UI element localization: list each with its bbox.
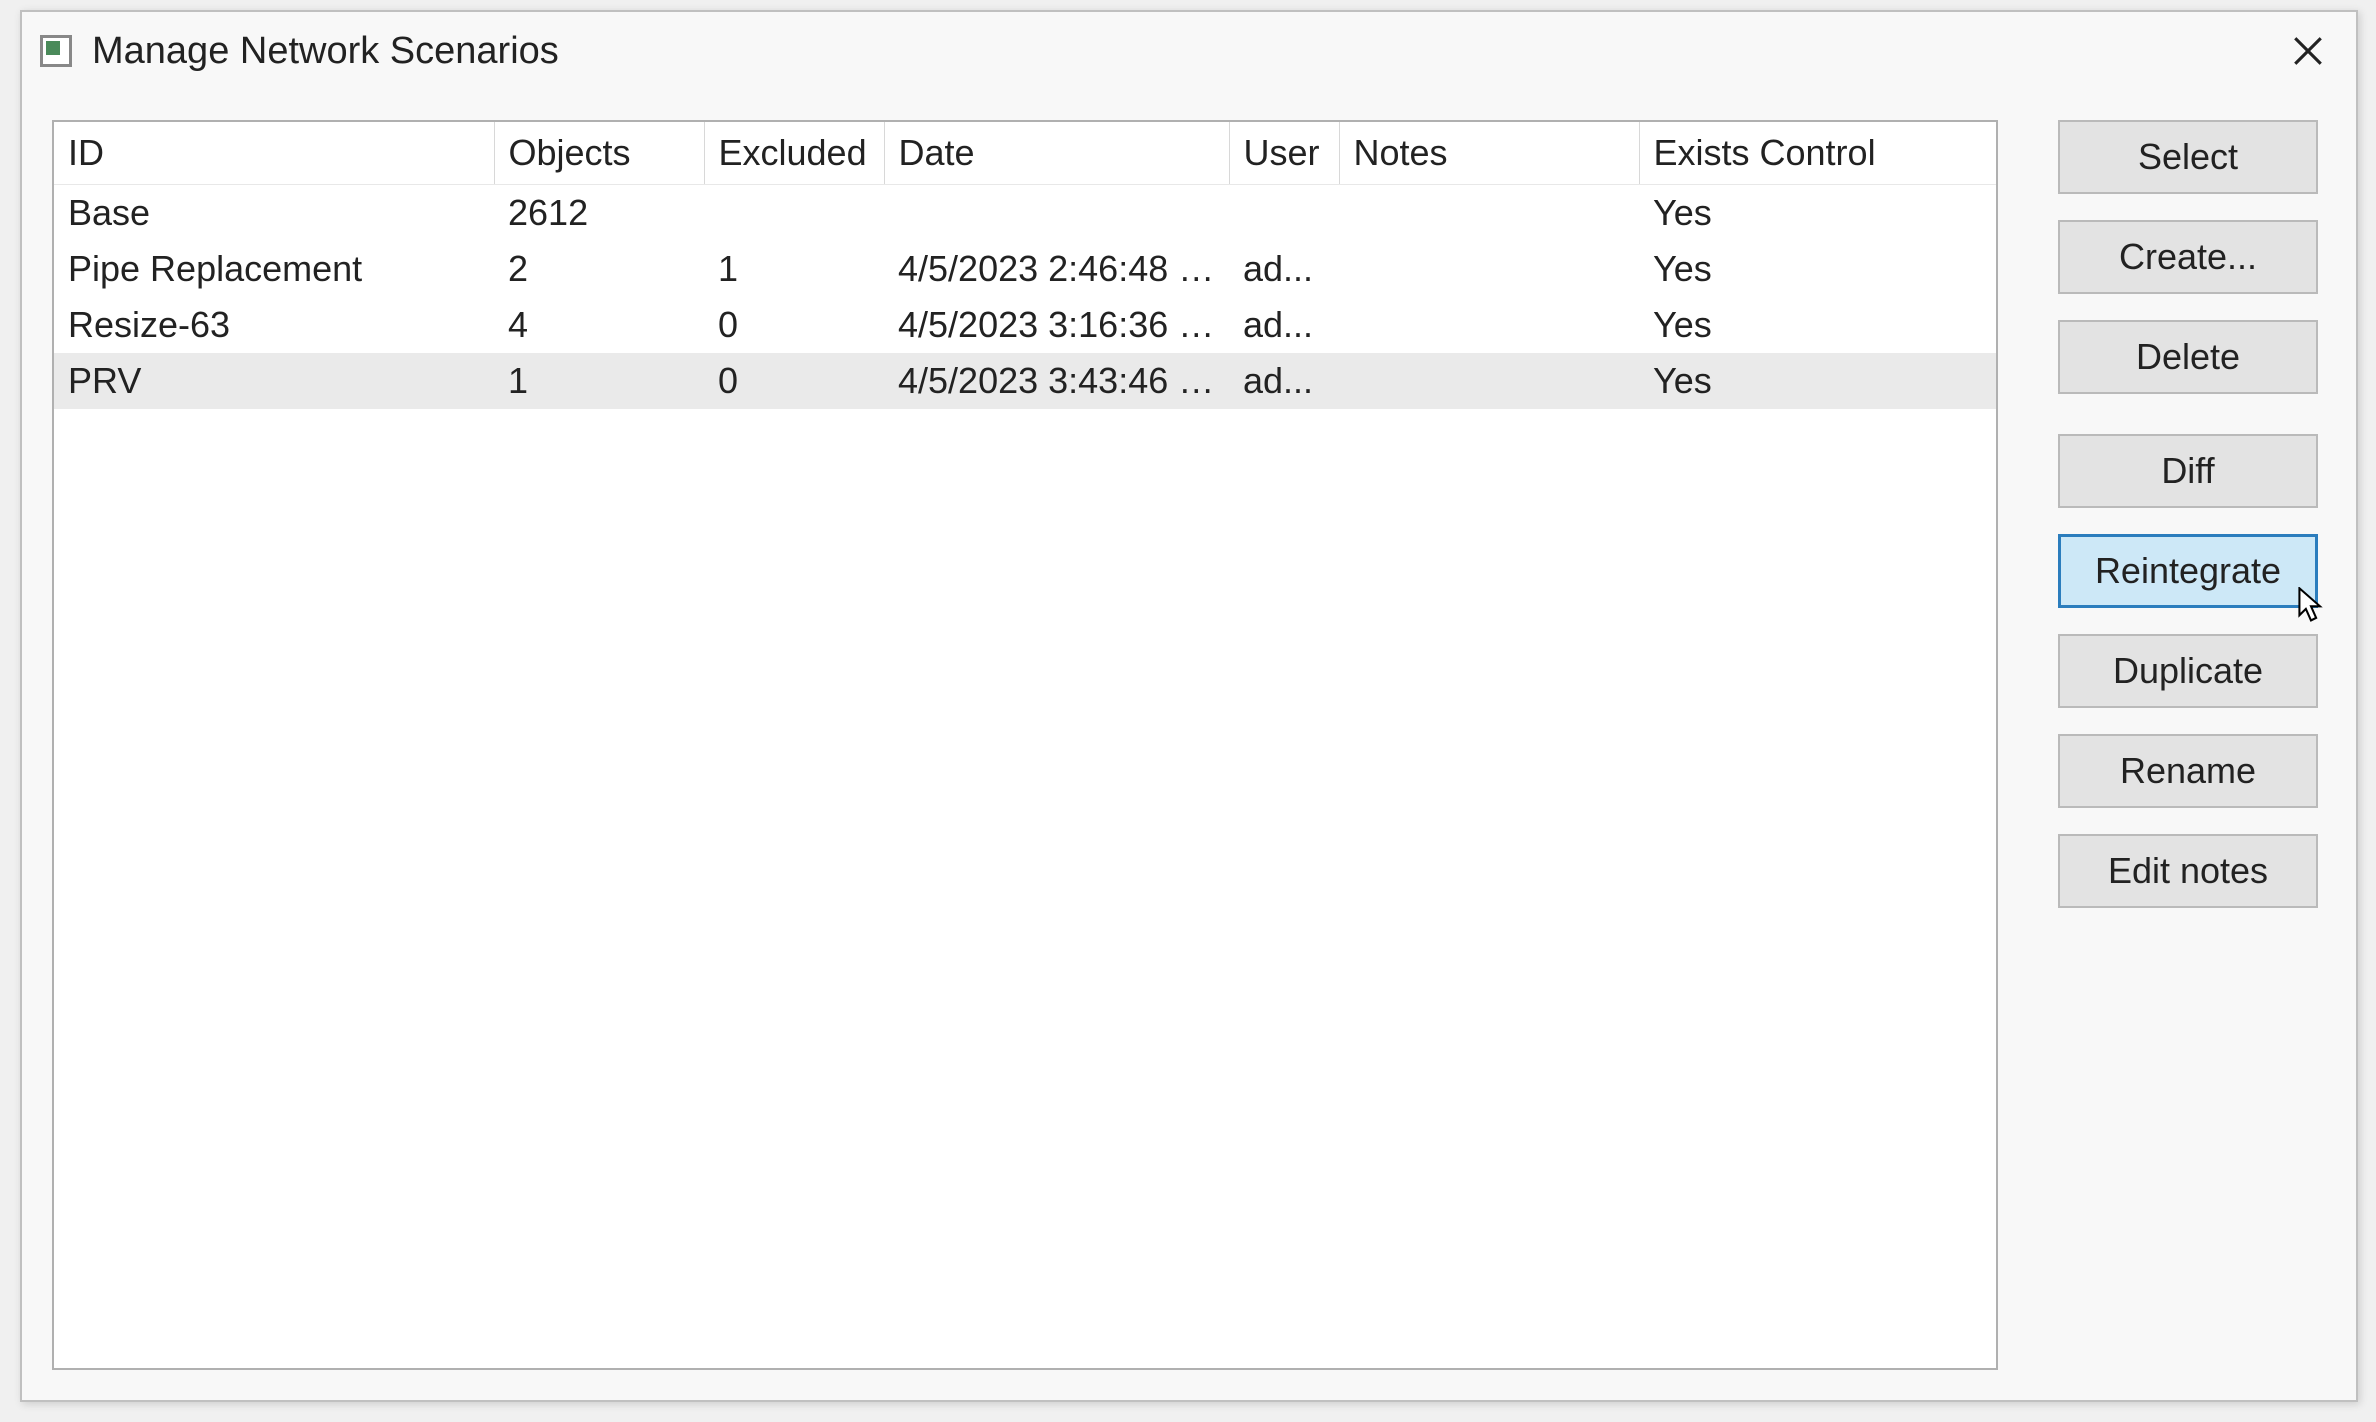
cell-user: ad... bbox=[1229, 241, 1339, 297]
diff-button[interactable]: Diff bbox=[2058, 434, 2318, 508]
titlebar: Manage Network Scenarios bbox=[22, 12, 2356, 90]
create-button[interactable]: Create... bbox=[2058, 220, 2318, 294]
cell-excluded: 1 bbox=[704, 241, 884, 297]
cell-id: Base bbox=[54, 185, 494, 241]
cell-notes bbox=[1339, 241, 1639, 297]
cell-date: 4/5/2023 3:16:36 PM bbox=[884, 297, 1229, 353]
col-header-excluded[interactable]: Excluded bbox=[704, 122, 884, 185]
cell-objects: 1 bbox=[494, 353, 704, 409]
button-column: Select Create... Delete Diff Reintegrate… bbox=[2058, 120, 2318, 1370]
cell-id: Pipe Replacement bbox=[54, 241, 494, 297]
delete-button[interactable]: Delete bbox=[2058, 320, 2318, 394]
cell-objects: 4 bbox=[494, 297, 704, 353]
cell-excluded: 0 bbox=[704, 297, 884, 353]
scenario-table[interactable]: ID Objects Excluded Date User Notes Exis… bbox=[52, 120, 1998, 1370]
col-header-exists[interactable]: Exists Control bbox=[1639, 122, 1996, 185]
cell-notes bbox=[1339, 353, 1639, 409]
cell-notes bbox=[1339, 185, 1639, 241]
table-row[interactable]: PRV104/5/2023 3:43:46 PMad... Yes bbox=[54, 353, 1996, 409]
table-header-row: ID Objects Excluded Date User Notes Exis… bbox=[54, 122, 1996, 185]
col-header-notes[interactable]: Notes bbox=[1339, 122, 1639, 185]
cell-exists: Yes bbox=[1639, 353, 1996, 409]
table-row[interactable]: Pipe Replacement214/5/2023 2:46:48 PMad.… bbox=[54, 241, 1996, 297]
cell-excluded bbox=[704, 185, 884, 241]
col-header-id[interactable]: ID bbox=[54, 122, 494, 185]
dialog-content: ID Objects Excluded Date User Notes Exis… bbox=[22, 90, 2356, 1400]
select-button[interactable]: Select bbox=[2058, 120, 2318, 194]
table-row[interactable]: Resize-63404/5/2023 3:16:36 PMad... Yes bbox=[54, 297, 1996, 353]
col-header-date[interactable]: Date bbox=[884, 122, 1229, 185]
cell-exists: Yes bbox=[1639, 297, 1996, 353]
cell-date: 4/5/2023 2:46:48 PM bbox=[884, 241, 1229, 297]
cell-objects: 2612 bbox=[494, 185, 704, 241]
manage-scenarios-dialog: Manage Network Scenarios ID Objects Excl… bbox=[20, 10, 2358, 1402]
col-header-objects[interactable]: Objects bbox=[494, 122, 704, 185]
dialog-title: Manage Network Scenarios bbox=[92, 30, 2278, 73]
table-row[interactable]: Base2612 Yes bbox=[54, 185, 1996, 241]
cell-excluded: 0 bbox=[704, 353, 884, 409]
cell-user bbox=[1229, 185, 1339, 241]
duplicate-button[interactable]: Duplicate bbox=[2058, 634, 2318, 708]
editnotes-button[interactable]: Edit notes bbox=[2058, 834, 2318, 908]
cell-notes bbox=[1339, 297, 1639, 353]
cell-id: PRV bbox=[54, 353, 494, 409]
cell-objects: 2 bbox=[494, 241, 704, 297]
cell-date bbox=[884, 185, 1229, 241]
cell-exists: Yes bbox=[1639, 241, 1996, 297]
cell-user: ad... bbox=[1229, 353, 1339, 409]
cell-date: 4/5/2023 3:43:46 PM bbox=[884, 353, 1229, 409]
cell-id: Resize-63 bbox=[54, 297, 494, 353]
cell-user: ad... bbox=[1229, 297, 1339, 353]
close-icon[interactable] bbox=[2278, 21, 2338, 81]
cell-exists: Yes bbox=[1639, 185, 1996, 241]
rename-button[interactable]: Rename bbox=[2058, 734, 2318, 808]
reintegrate-button[interactable]: Reintegrate bbox=[2058, 534, 2318, 608]
col-header-user[interactable]: User bbox=[1229, 122, 1339, 185]
app-icon bbox=[40, 35, 72, 67]
